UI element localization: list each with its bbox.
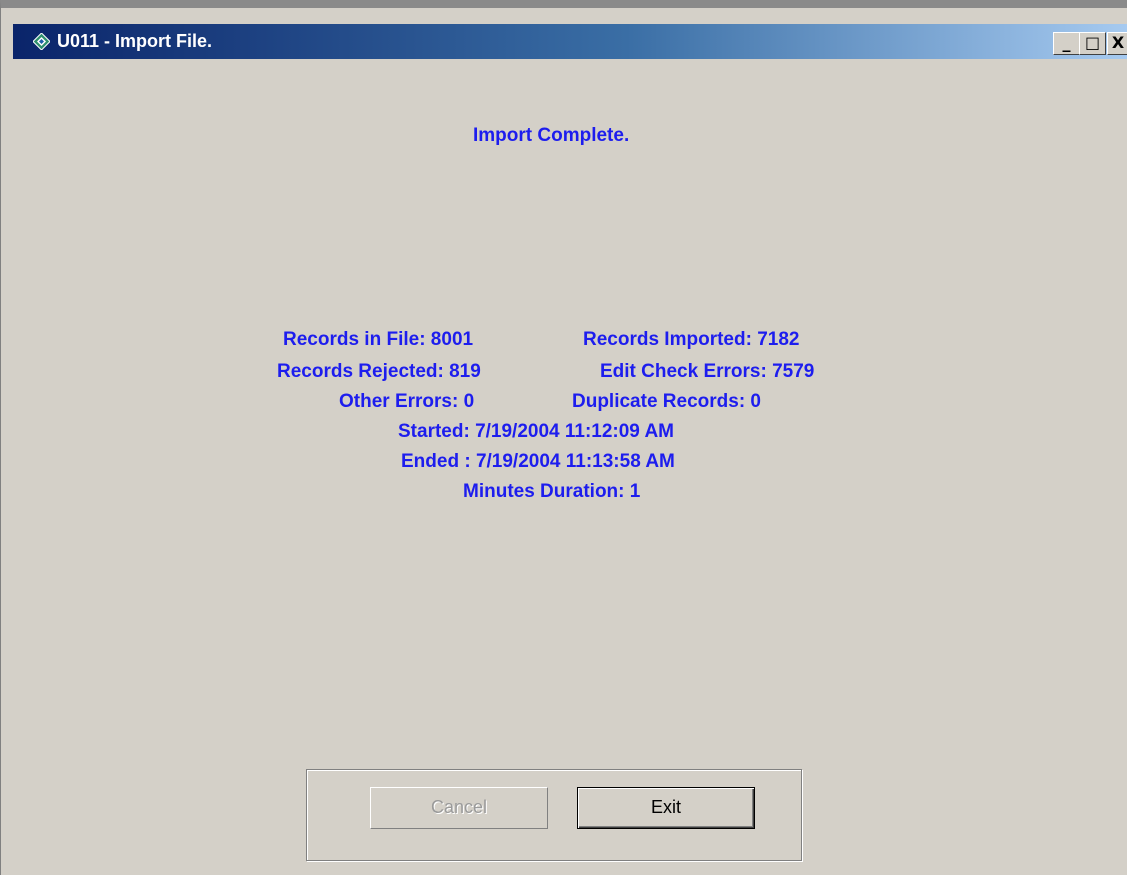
duplicate-records-label: Duplicate Records: 0 [572, 391, 761, 412]
title-bar[interactable]: U011 - Import File. _ □ X [13, 24, 1127, 59]
records-rejected-label: Records Rejected: 819 [277, 361, 481, 382]
records-imported-label: Records Imported: 7182 [583, 329, 800, 350]
close-button[interactable]: X [1107, 32, 1127, 55]
import-file-window: U011 - Import File. _ □ X Import Complet… [0, 0, 1127, 875]
started-time-label: Started: 7/19/2004 11:12:09 AM [398, 421, 675, 442]
app-icon [33, 33, 50, 50]
duration-label: Minutes Duration: 1 [463, 481, 641, 502]
other-errors-label: Other Errors: 0 [339, 391, 475, 412]
minimize-button[interactable]: _ [1053, 32, 1080, 55]
edit-check-errors-label: Edit Check Errors: 7579 [600, 361, 815, 382]
import-status-heading: Import Complete. [473, 125, 630, 146]
cancel-button[interactable]: Cancel [370, 787, 548, 829]
records-in-file-label: Records in File: 8001 [283, 329, 474, 350]
maximize-button[interactable]: □ [1079, 32, 1106, 55]
ended-time-label: Ended : 7/19/2004 11:13:58 AM [401, 451, 675, 472]
window-title: U011 - Import File. [57, 31, 213, 51]
exit-button[interactable]: Exit [577, 787, 755, 829]
